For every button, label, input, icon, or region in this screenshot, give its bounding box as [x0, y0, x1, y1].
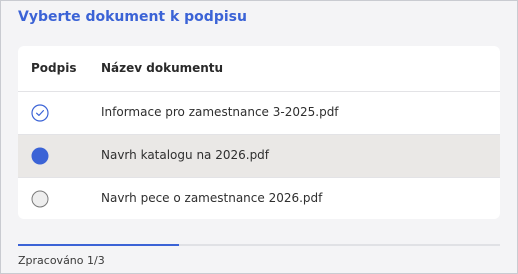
- table-row[interactable]: Navrh pece o zamestnance 2026.pdf: [18, 178, 500, 219]
- document-name: Navrh pece o zamestnance 2026.pdf: [101, 191, 323, 205]
- panel-title: Vyberte dokument k podpisu: [18, 9, 247, 25]
- column-header-name: Název dokumentu: [101, 61, 224, 75]
- progress-status: Zpracováno 1/3: [18, 254, 105, 267]
- document-sign-panel: Vyberte dokument k podpisu Podpis Název …: [0, 0, 518, 274]
- column-header-signature: Podpis: [31, 61, 77, 75]
- table-header: Podpis Název dokumentu: [18, 46, 500, 92]
- table-row[interactable]: Informace pro zamestnance 3-2025.pdf: [18, 92, 500, 135]
- progress-bar-fill: [18, 244, 179, 246]
- documents-table: Podpis Název dokumentu Informace pro zam…: [18, 46, 500, 219]
- document-name: Informace pro zamestnance 3-2025.pdf: [101, 105, 339, 119]
- empty-circle-icon[interactable]: [31, 190, 49, 208]
- filled-circle-icon[interactable]: [31, 147, 49, 165]
- check-circle-icon[interactable]: [31, 104, 49, 122]
- progress-bar: [18, 244, 500, 246]
- table-row[interactable]: Navrh katalogu na 2026.pdf: [18, 135, 500, 178]
- document-name: Navrh katalogu na 2026.pdf: [101, 148, 270, 162]
